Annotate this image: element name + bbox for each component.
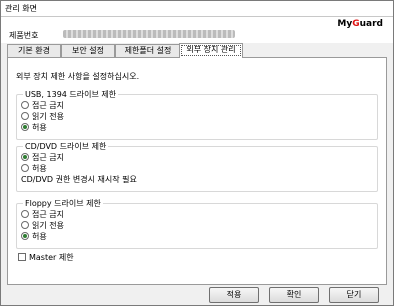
apply-button[interactable]: 적용 <box>209 287 259 303</box>
intro-text: 외부 장치 제한 사항을 설정하십시오. <box>16 72 140 81</box>
radio-icon[interactable] <box>21 221 29 229</box>
floppy-option-readonly[interactable]: 읽기 전용 <box>21 221 64 231</box>
radio-icon[interactable] <box>21 164 29 172</box>
cd-option-deny[interactable]: 접근 금지 <box>21 153 64 163</box>
tab-restricted-folder-settings[interactable]: 제한폴더 설정 <box>115 44 181 57</box>
ok-button[interactable]: 확인 <box>269 287 319 303</box>
usb-option-deny[interactable]: 접근 금지 <box>21 101 64 111</box>
radio-selected-icon[interactable] <box>21 153 29 161</box>
cd-dvd-group: CD/DVD 드라이브 제한 접근 금지 허용 CD/DVD 권한 변경시 재시… <box>16 141 378 192</box>
usb-group: USB, 1394 드라이브 제한 접근 금지 읽기 전용 허용 <box>16 89 378 140</box>
tab-external-device-management[interactable]: 외부 장치 관리 <box>179 43 243 58</box>
myguard-logo: MyGuard <box>337 19 383 29</box>
checkbox-icon[interactable] <box>18 253 26 261</box>
radio-selected-icon[interactable] <box>21 232 29 240</box>
tab-basic-environment[interactable]: 기본 환경 <box>7 44 61 57</box>
cd-restart-note: CD/DVD 권한 변경시 재시작 필요 <box>21 175 137 184</box>
tab-security-settings[interactable]: 보안 설정 <box>61 44 115 57</box>
master-restriction-checkbox[interactable]: Master 제한 <box>18 253 74 263</box>
window-title: 관리 화면 <box>5 4 37 13</box>
product-number-value-redacted <box>63 30 235 38</box>
radio-icon[interactable] <box>21 112 29 120</box>
usb-option-readonly[interactable]: 읽기 전용 <box>21 112 64 122</box>
floppy-option-allow[interactable]: 허용 <box>21 232 47 242</box>
title-bar: 관리 화면 <box>1 1 393 17</box>
radio-icon[interactable] <box>21 101 29 109</box>
radio-selected-icon[interactable] <box>21 123 29 131</box>
cd-option-allow[interactable]: 허용 <box>21 164 47 174</box>
tab-panel-external-device: 외부 장치 제한 사항을 설정하십시오. USB, 1394 드라이브 제한 접… <box>7 57 387 285</box>
cd-dvd-group-title: CD/DVD 드라이브 제한 <box>23 141 109 152</box>
usb-option-allow[interactable]: 허용 <box>21 123 47 133</box>
usb-group-title: USB, 1394 드라이브 제한 <box>23 89 119 100</box>
floppy-group: Floppy 드라이브 제한 접근 금지 읽기 전용 허용 <box>16 198 378 249</box>
floppy-group-title: Floppy 드라이브 제한 <box>23 198 103 209</box>
admin-window: 관리 화면 MyGuard 제품번호 기본 환경 보안 설정 제한폴더 설정 외… <box>0 0 394 306</box>
radio-icon[interactable] <box>21 210 29 218</box>
floppy-option-deny[interactable]: 접근 금지 <box>21 210 64 220</box>
header: MyGuard 제품번호 <box>1 17 393 43</box>
product-number-label: 제품번호 <box>9 31 39 40</box>
close-button[interactable]: 닫기 <box>329 287 379 303</box>
